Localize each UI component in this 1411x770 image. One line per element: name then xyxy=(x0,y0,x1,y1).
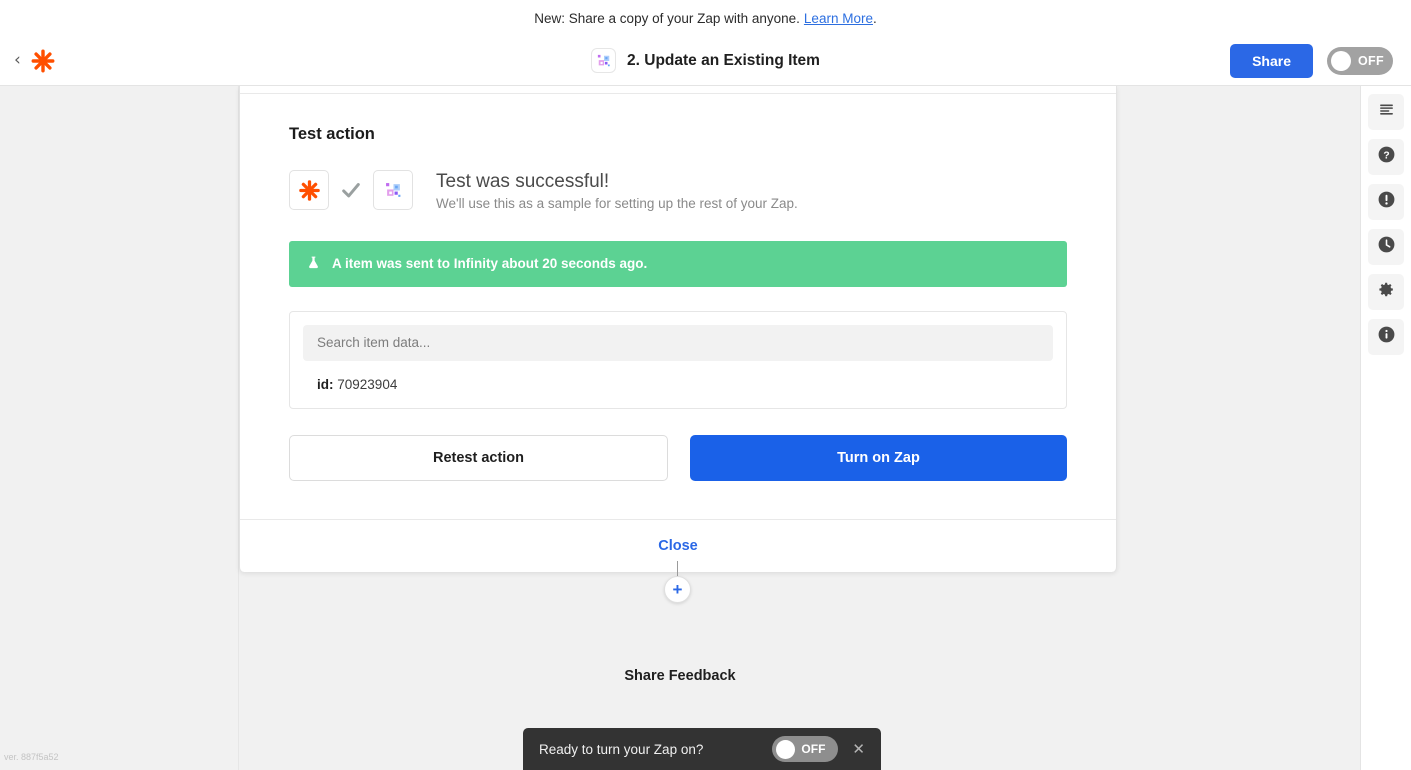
toast-zap-toggle[interactable]: OFF xyxy=(772,736,839,762)
header-left-group: ‹ xyxy=(0,48,230,74)
result-headline: Test was successful! xyxy=(436,171,610,192)
notes-icon xyxy=(1378,101,1395,123)
sidebar-item-settings[interactable] xyxy=(1368,274,1404,310)
share-button[interactable]: Share xyxy=(1230,43,1313,78)
plus-icon: + xyxy=(672,580,683,599)
announcement-banner: New: Share a copy of your Zap with anyon… xyxy=(0,0,1411,36)
version-label: ver. 887f5a52 xyxy=(4,752,59,762)
info-icon xyxy=(1377,325,1396,349)
zap-canvas: Test action Test was successful! We'll u… xyxy=(0,86,1360,770)
test-result-row: Test was successful! We'll use this as a… xyxy=(289,170,1067,211)
action-button-row: Retest action Turn on Zap xyxy=(289,434,1067,481)
share-feedback-link[interactable]: Share Feedback xyxy=(0,668,1360,684)
header-title-group: 2. Update an Existing Item xyxy=(230,48,1181,73)
card-top-divider xyxy=(240,86,1116,94)
success-alert-message: A item was sent to Infinity about 20 sec… xyxy=(332,256,648,272)
turn-on-zap-button[interactable]: Turn on Zap xyxy=(690,434,1067,481)
retest-action-button[interactable]: Retest action xyxy=(289,434,668,481)
infinity-app-icon xyxy=(591,48,617,73)
data-field-value: 70923904 xyxy=(337,376,398,392)
toggle-knob xyxy=(776,739,796,759)
header-bar: ‹ 2. Update an Existing Item Share OFF xyxy=(0,36,1411,86)
section-title: Test action xyxy=(289,125,375,143)
add-step-button[interactable]: + xyxy=(664,576,691,603)
card-footer: Close xyxy=(240,518,1116,572)
toggle-state-label: OFF xyxy=(1358,53,1384,68)
zap-on-off-toggle[interactable]: OFF xyxy=(1327,46,1393,75)
search-placeholder: Search item data... xyxy=(317,335,431,351)
sidebar-item-history[interactable] xyxy=(1368,229,1404,265)
page-title: 2. Update an Existing Item xyxy=(627,51,820,69)
sidebar-item-help[interactable]: ? xyxy=(1368,139,1404,175)
learn-more-link[interactable]: Learn More xyxy=(804,11,873,26)
right-sidebar: ? xyxy=(1360,86,1411,770)
flask-icon xyxy=(306,255,321,273)
item-data-panel: Search item data... id: 70923904 xyxy=(289,310,1067,409)
result-text-group: Test was successful! We'll use this as a… xyxy=(436,170,798,211)
app-root: New: Share a copy of your Zap with anyon… xyxy=(0,0,1411,770)
success-alert: A item was sent to Infinity about 20 sec… xyxy=(289,240,1067,287)
data-field-row: id: 70923904 xyxy=(303,377,1053,392)
svg-text:?: ? xyxy=(1383,150,1389,161)
close-link[interactable]: Close xyxy=(658,538,698,554)
chevron-left-icon[interactable]: ‹ xyxy=(14,52,21,69)
header-right-group: Share OFF xyxy=(1181,43,1411,78)
zapier-logo-icon[interactable] xyxy=(30,48,56,74)
announcement-text: New: Share a copy of your Zap with anyon… xyxy=(534,10,800,26)
settings-icon xyxy=(1377,280,1396,304)
data-field-key: id: xyxy=(317,376,334,392)
toast-toggle-state-label: OFF xyxy=(801,742,826,756)
help-icon: ? xyxy=(1377,145,1396,169)
card-body: Test action Test was successful! We'll u… xyxy=(240,94,1116,519)
turn-on-zap-toast: Ready to turn your Zap on? OFF ✕ xyxy=(523,728,881,770)
history-icon xyxy=(1377,235,1396,259)
toggle-knob xyxy=(1331,50,1351,71)
checkmark-icon xyxy=(340,179,362,201)
infinity-app-icon xyxy=(373,170,413,211)
sidebar-item-notes[interactable] xyxy=(1368,94,1404,130)
zapier-logo-icon xyxy=(289,170,329,211)
sidebar-item-alerts[interactable] xyxy=(1368,184,1404,220)
sidebar-item-info[interactable] xyxy=(1368,319,1404,355)
alert-icon xyxy=(1377,190,1396,214)
test-action-card: Test action Test was successful! We'll u… xyxy=(239,86,1117,572)
toast-message: Ready to turn your Zap on? xyxy=(539,741,704,757)
announcement-trailing: . xyxy=(872,10,877,26)
close-icon[interactable]: ✕ xyxy=(852,742,865,757)
result-subtext: We'll use this as a sample for setting u… xyxy=(436,195,798,211)
search-item-data-input[interactable]: Search item data... xyxy=(303,324,1053,361)
